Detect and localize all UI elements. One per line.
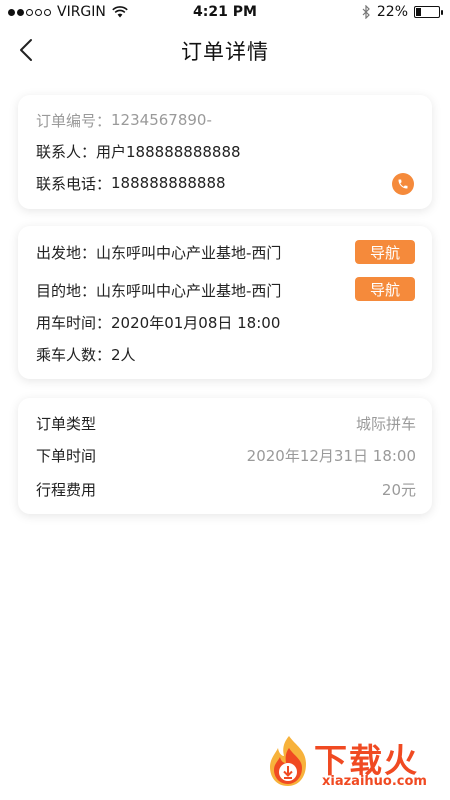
departure-value: 山东呼叫中心产业基地-西门	[96, 243, 282, 262]
destination-label: 目的地：	[36, 281, 97, 300]
fare-row: 行程费用 20元	[36, 477, 416, 501]
call-button[interactable]	[392, 173, 414, 195]
passengers-row: 乘车人数： 2人	[36, 342, 416, 366]
departure-navigate-button[interactable]: 导航	[355, 240, 415, 264]
order-number-row: 订单编号： 1234567890-	[36, 108, 416, 132]
battery-percent: 22%	[376, 4, 408, 20]
flame-logo-icon	[270, 736, 306, 786]
status-bar: VIRGIN 4:21 PM 22%	[0, 0, 450, 26]
watermark-logo: 下载火 xiazaihuo.com	[262, 734, 442, 794]
contact-row: 联系人： 用户188888888888	[36, 139, 416, 163]
passengers-label: 乘车人数：	[36, 345, 112, 364]
fare-label: 行程费用	[36, 480, 97, 499]
order-type-value: 城际拼车	[355, 414, 416, 433]
ride-time-value: 2020年01月08日 18:00	[111, 313, 281, 332]
order-number-label: 订单编号：	[36, 111, 112, 130]
phone-value: 188888888888	[111, 174, 226, 192]
departure-label: 出发地：	[36, 243, 97, 262]
nav-bar: 订单详情	[0, 26, 450, 74]
order-number-value: 1234567890-	[111, 111, 212, 129]
page-title: 订单详情	[181, 40, 269, 64]
order-time-label: 下单时间	[36, 446, 97, 465]
fare-value: 20元	[381, 480, 416, 499]
bluetooth-icon	[362, 5, 370, 19]
watermark-subtext: xiazaihuo.com	[322, 774, 427, 789]
trip-info-card: 出发地： 山东呼叫中心产业基地-西门 导航 目的地： 山东呼叫中心产业基地-西门…	[18, 226, 432, 379]
status-right: 22%	[362, 4, 443, 20]
battery-icon	[414, 6, 443, 18]
battery-fill	[416, 8, 421, 16]
phone-icon	[398, 179, 408, 189]
order-type-row: 订单类型 城际拼车	[36, 411, 416, 435]
passengers-value: 2人	[111, 345, 136, 364]
contact-label: 联系人：	[36, 142, 97, 161]
contact-value: 用户188888888888	[96, 142, 241, 161]
order-summary-card: 订单类型 城际拼车 下单时间 2020年12月31日 18:00 行程费用 20…	[18, 398, 432, 514]
ride-time-label: 用车时间：	[36, 313, 112, 332]
ride-time-row: 用车时间： 2020年01月08日 18:00	[36, 310, 416, 334]
order-time-row: 下单时间 2020年12月31日 18:00	[36, 443, 416, 467]
phone-label: 联系电话：	[36, 174, 112, 193]
destination-navigate-button[interactable]: 导航	[355, 277, 415, 301]
order-time-value: 2020年12月31日 18:00	[246, 446, 416, 465]
order-info-card: 订单编号： 1234567890- 联系人： 用户188888888888 联系…	[18, 95, 432, 209]
destination-value: 山东呼叫中心产业基地-西门	[96, 281, 282, 300]
order-type-label: 订单类型	[36, 414, 97, 433]
phone-row: 联系电话： 188888888888	[36, 171, 416, 195]
